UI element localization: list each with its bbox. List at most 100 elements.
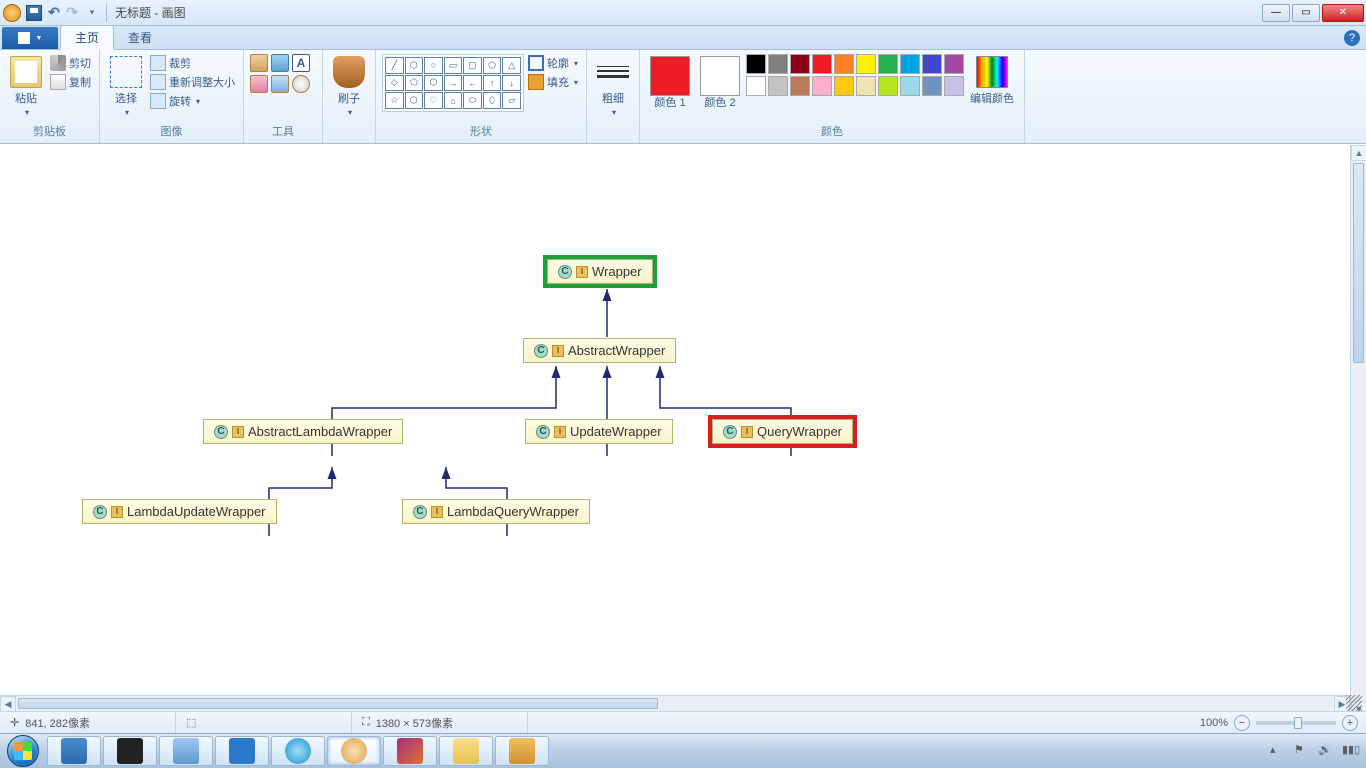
- redo-icon[interactable]: ↷: [64, 5, 80, 21]
- node-update-wrapper: CIUpdateWrapper: [525, 419, 673, 444]
- start-button[interactable]: [0, 734, 46, 769]
- taskbar-app-ie[interactable]: [271, 736, 325, 766]
- vscroll-thumb[interactable]: [1353, 163, 1364, 363]
- eraser-tool[interactable]: [250, 75, 268, 93]
- vbox-icon: [509, 738, 535, 764]
- shape-outline-button[interactable]: 轮廓: [526, 54, 580, 72]
- palette-swatch[interactable]: [922, 76, 942, 96]
- taskbar-app-dolphin[interactable]: [159, 736, 213, 766]
- outline-icon: [528, 55, 544, 71]
- palette-swatch[interactable]: [944, 76, 964, 96]
- resize-button[interactable]: 重新调整大小: [148, 73, 237, 91]
- flag-icon[interactable]: ⚑: [1294, 743, 1310, 759]
- status-selection: ⬚: [176, 712, 352, 733]
- zoom-slider[interactable]: [1256, 721, 1336, 725]
- status-size: ⛶1380 × 573像素: [352, 712, 528, 733]
- zoom-label: 100%: [1200, 717, 1228, 729]
- shapes-gallery[interactable]: ╱⬡○▭▢⬠△ ◇⬠⬡→←↑↓ ☆⬡♡⌂⬭⬯▱: [382, 54, 524, 112]
- fill-tool[interactable]: [271, 54, 289, 72]
- restore-button[interactable]: ▭: [1292, 4, 1320, 22]
- palette-swatch[interactable]: [790, 54, 810, 74]
- file-menu-button[interactable]: [2, 27, 58, 49]
- palette-swatch[interactable]: [746, 76, 766, 96]
- tab-view[interactable]: 查看: [114, 26, 166, 49]
- copy-button[interactable]: 复制: [48, 73, 93, 91]
- taskbar-app-vscode[interactable]: [215, 736, 269, 766]
- edit-colors-button[interactable]: 编辑颜色: [966, 54, 1018, 108]
- speaker-icon[interactable]: 🔊: [1318, 743, 1334, 759]
- shape-fill-button[interactable]: 填充: [526, 73, 580, 91]
- crop-button[interactable]: 裁剪: [148, 54, 237, 72]
- close-button[interactable]: ✕: [1322, 4, 1364, 22]
- network-icon[interactable]: ▮▮▯: [1342, 743, 1358, 759]
- taskbar-app-explorer[interactable]: [439, 736, 493, 766]
- picker-tool[interactable]: [271, 75, 289, 93]
- palette-swatch[interactable]: [768, 54, 788, 74]
- group-stroke: 粗细: [587, 50, 640, 143]
- brushes-button[interactable]: 刷子: [329, 54, 369, 119]
- word-icon: [61, 738, 87, 764]
- taskbar-app-cmd[interactable]: [103, 736, 157, 766]
- color2-swatch: [700, 56, 740, 96]
- color2-button[interactable]: 颜色 2: [696, 54, 744, 111]
- app-icon[interactable]: [2, 3, 22, 23]
- taskbar-app-vbox[interactable]: [495, 736, 549, 766]
- status-cursor: ✛841, 282像素: [0, 712, 176, 733]
- vertical-scrollbar[interactable]: ▲ ▼: [1350, 145, 1366, 717]
- palette-swatch[interactable]: [878, 76, 898, 96]
- select-button[interactable]: 选择: [106, 54, 146, 119]
- palette-swatch[interactable]: [856, 54, 876, 74]
- minimize-button[interactable]: —: [1262, 4, 1290, 22]
- color-palette[interactable]: [746, 54, 964, 96]
- undo-icon[interactable]: ↶: [46, 5, 62, 21]
- palette-swatch[interactable]: [812, 76, 832, 96]
- pencil-tool[interactable]: [250, 54, 268, 72]
- taskbar-app-word[interactable]: [47, 736, 101, 766]
- size-icon: ⛶: [362, 716, 370, 729]
- palette-swatch[interactable]: [900, 76, 920, 96]
- zoom-in-button[interactable]: +: [1342, 715, 1358, 731]
- fill-icon: [528, 74, 544, 90]
- crop-icon: [150, 55, 166, 71]
- save-icon[interactable]: [24, 3, 44, 23]
- palette-swatch[interactable]: [790, 76, 810, 96]
- palette-swatch[interactable]: [900, 54, 920, 74]
- clipboard-icon: [10, 56, 42, 88]
- qat-customize-icon[interactable]: ▾: [82, 3, 102, 23]
- palette-swatch[interactable]: [878, 54, 898, 74]
- dolphin-icon: [173, 738, 199, 764]
- scroll-up-icon[interactable]: ▲: [1351, 145, 1366, 161]
- zoom-out-button[interactable]: −: [1234, 715, 1250, 731]
- resize-grip[interactable]: [1346, 695, 1362, 711]
- node-abstract-lambda-wrapper: CIAbstractLambdaWrapper: [203, 419, 403, 444]
- palette-swatch[interactable]: [856, 76, 876, 96]
- rotate-button[interactable]: 旋转: [148, 92, 237, 110]
- text-tool[interactable]: A: [292, 54, 310, 72]
- system-tray: ▴ ⚑ 🔊 ▮▮▯: [1262, 743, 1366, 759]
- horizontal-scrollbar[interactable]: ◀ ▶: [0, 695, 1350, 711]
- taskbar-app-intellij[interactable]: [383, 736, 437, 766]
- cut-button[interactable]: 剪切: [48, 54, 93, 72]
- color1-button[interactable]: 颜色 1: [646, 54, 694, 111]
- palette-swatch[interactable]: [834, 54, 854, 74]
- palette-swatch[interactable]: [812, 54, 832, 74]
- taskbar-app-paint[interactable]: [327, 736, 381, 766]
- palette-swatch[interactable]: [944, 54, 964, 74]
- scroll-left-icon[interactable]: ◀: [0, 696, 16, 712]
- magnifier-tool[interactable]: [292, 75, 310, 93]
- canvas[interactable]: CIWrapper CIAbstractWrapper CIAbstractLa…: [6, 151, 1366, 711]
- statusbar: ✛841, 282像素 ⬚ ⛶1380 × 573像素 100% − +: [0, 711, 1366, 733]
- stroke-button[interactable]: 粗细: [593, 54, 633, 119]
- taskbar: ▴ ⚑ 🔊 ▮▮▯: [0, 733, 1366, 768]
- palette-swatch[interactable]: [746, 54, 766, 74]
- hscroll-thumb[interactable]: [18, 698, 658, 709]
- canvas-scroll[interactable]: CIWrapper CIAbstractWrapper CIAbstractLa…: [0, 145, 1366, 711]
- tab-home[interactable]: 主页: [60, 25, 114, 50]
- help-icon[interactable]: ?: [1344, 30, 1360, 46]
- palette-swatch[interactable]: [834, 76, 854, 96]
- palette-swatch[interactable]: [768, 76, 788, 96]
- tray-chevron-icon[interactable]: ▴: [1270, 743, 1286, 759]
- paint-icon: [341, 738, 367, 764]
- paste-button[interactable]: 粘贴: [6, 54, 46, 119]
- palette-swatch[interactable]: [922, 54, 942, 74]
